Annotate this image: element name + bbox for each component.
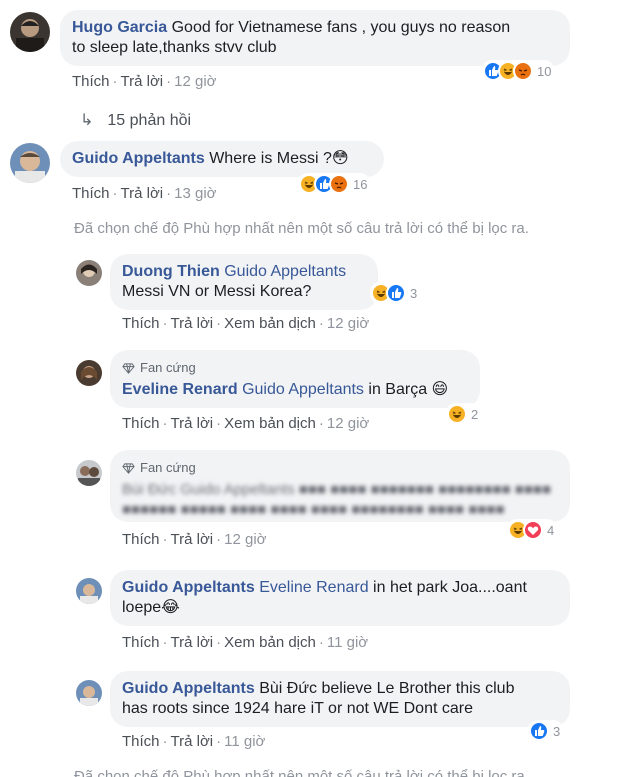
like-link[interactable]: Thích — [72, 73, 110, 90]
reply-actions: Thích · Trả lời · Xem bản dịch · 12 giờ — [122, 415, 370, 432]
reply-bubble: Guido Appeltants Eveline Renard in het p… — [110, 570, 570, 626]
reply-text: in het park Joa....oant — [373, 579, 527, 596]
comment-bubble: Guido Appeltants Where is Messi ?😳 — [60, 141, 384, 177]
reaction-count: 3 — [553, 723, 561, 739]
avatar[interactable] — [76, 260, 102, 286]
reaction-count: 10 — [537, 63, 552, 79]
diamond-icon — [122, 362, 135, 374]
reply-link[interactable]: Trả lời — [171, 733, 214, 750]
reply-link[interactable]: Trả lời — [121, 73, 164, 90]
timestamp[interactable]: 12 giờ — [224, 531, 266, 548]
reply-text: Messi VN or Messi Korea? — [122, 283, 312, 300]
like-link[interactable]: Thích — [122, 733, 160, 750]
reaction-count: 16 — [353, 176, 368, 192]
reaction-summary[interactable]: 16 — [298, 173, 371, 195]
like-link[interactable]: Thích — [122, 634, 160, 651]
comment-text: to sleep late,thanks stvv club — [72, 39, 277, 56]
angry-icon — [329, 174, 349, 194]
avatar[interactable] — [76, 360, 102, 386]
diamond-icon — [122, 462, 135, 474]
translate-link[interactable]: Xem bản dịch — [224, 315, 316, 332]
reaction-count: 3 — [410, 285, 418, 301]
reply-link[interactable]: Trả lời — [171, 315, 214, 332]
avatar[interactable] — [76, 680, 102, 706]
translate-link[interactable]: Xem bản dịch — [224, 634, 316, 651]
timestamp[interactable]: 12 giờ — [327, 415, 369, 432]
reaction-summary[interactable]: 3 — [528, 720, 564, 742]
reaction-count: 4 — [547, 522, 555, 538]
mention-link[interactable]: Eveline Renard — [259, 579, 368, 596]
fan-badge: Fan cứng — [122, 358, 468, 378]
reply-actions: Thích · Trả lời · Xem bản dịch · 12 giờ — [122, 315, 370, 332]
avatar[interactable] — [10, 143, 50, 183]
reply-link[interactable]: Trả lời — [171, 415, 214, 432]
blurred-reply-text: Bùi Đức Guido Appeltants ■■■ ■■■■ ■■■■■■… — [122, 481, 552, 518]
translate-link[interactable]: Xem bản dịch — [224, 415, 316, 432]
reply-bubble: Guido Appeltants Bùi Đức believe Le Brot… — [110, 671, 570, 727]
reply-bubble: Fan cứng Bùi Đức Guido Appeltants ■■■ ■■… — [110, 450, 570, 522]
comment-text: Where is Messi ? — [209, 150, 332, 167]
filter-notice: Đã chọn chế độ Phù hợp nhất nên một số c… — [74, 220, 529, 237]
like-link[interactable]: Thích — [72, 185, 110, 202]
reply-link[interactable]: Trả lời — [171, 531, 214, 548]
mention-link[interactable]: Guido Appeltants — [242, 381, 364, 398]
reply-actions: Thích · Trả lời · 12 giờ — [122, 531, 267, 548]
filter-notice: Đã chọn chế độ Phù hợp nhất nên một số c… — [74, 768, 529, 777]
like-link[interactable]: Thích — [122, 415, 160, 432]
reaction-summary[interactable]: 10 — [482, 60, 555, 82]
reply-actions: Thích · Trả lời · 11 giờ — [122, 733, 266, 750]
reply-link[interactable]: Trả lời — [171, 634, 214, 651]
reaction-summary[interactable]: 2 — [446, 403, 482, 425]
like-link[interactable]: Thích — [122, 315, 160, 332]
avatar[interactable] — [76, 578, 102, 604]
reaction-count: 2 — [471, 406, 479, 422]
angry-icon — [513, 61, 533, 81]
reply-actions: Thích · Trả lời · Xem bản dịch · 11 giờ — [122, 634, 369, 651]
fan-badge: Fan cứng — [122, 458, 558, 478]
view-replies-link[interactable]: ↳ 15 phản hồi — [80, 110, 191, 130]
timestamp[interactable]: 11 giờ — [327, 634, 368, 651]
comment-bubble: Hugo Garcia Good for Vietnamese fans , y… — [60, 10, 570, 66]
avatar[interactable] — [76, 460, 102, 486]
timestamp[interactable]: 12 giờ — [174, 73, 216, 90]
reply-author[interactable]: Guido Appeltants — [122, 680, 255, 697]
haha-icon — [447, 404, 467, 424]
reply-author[interactable]: Guido Appeltants — [122, 579, 255, 596]
reply-bubble: Fan cứng Eveline Renard Guido Appeltants… — [110, 350, 480, 408]
comment-author[interactable]: Hugo Garcia — [72, 19, 167, 36]
reply-author[interactable]: Duong Thien — [122, 263, 220, 280]
timestamp[interactable]: 12 giờ — [327, 315, 369, 332]
grin-emoji: 😄 — [431, 381, 449, 398]
timestamp[interactable]: 11 giờ — [224, 733, 265, 750]
reply-text: Bùi Đức believe Le Brother this club — [259, 680, 515, 697]
comment-actions: Thích · Trả lời · 12 giờ — [72, 73, 217, 90]
comment-actions: Thích · Trả lời · 13 giờ — [72, 185, 217, 202]
reply-bubble: Duong Thien Guido Appeltants Messi VN or… — [110, 254, 378, 310]
reply-text: has roots since 1924 hare iT or not WE D… — [122, 700, 473, 717]
reply-link[interactable]: Trả lời — [121, 185, 164, 202]
reply-text: in Barça — [368, 381, 428, 398]
like-link[interactable]: Thích — [122, 531, 160, 548]
avatar[interactable] — [10, 12, 50, 52]
reply-text: loepe — [122, 599, 162, 616]
like-icon — [529, 721, 549, 741]
mention-link[interactable]: Guido Appeltants — [224, 263, 346, 280]
comment-text: Good for Vietnamese fans , you guys no r… — [171, 19, 511, 36]
reaction-summary[interactable]: 4 — [507, 519, 558, 541]
reaction-summary[interactable]: 3 — [370, 282, 421, 304]
comment-author[interactable]: Guido Appeltants — [72, 150, 205, 167]
reply-author[interactable]: Eveline Renard — [122, 381, 238, 398]
laughing-emoji: 😂 — [161, 599, 180, 616]
timestamp[interactable]: 13 giờ — [174, 185, 216, 202]
like-icon — [386, 283, 406, 303]
love-icon — [523, 520, 543, 540]
reply-arrow-icon: ↳ — [80, 112, 94, 129]
flushed-emoji: 😳 — [331, 150, 349, 167]
